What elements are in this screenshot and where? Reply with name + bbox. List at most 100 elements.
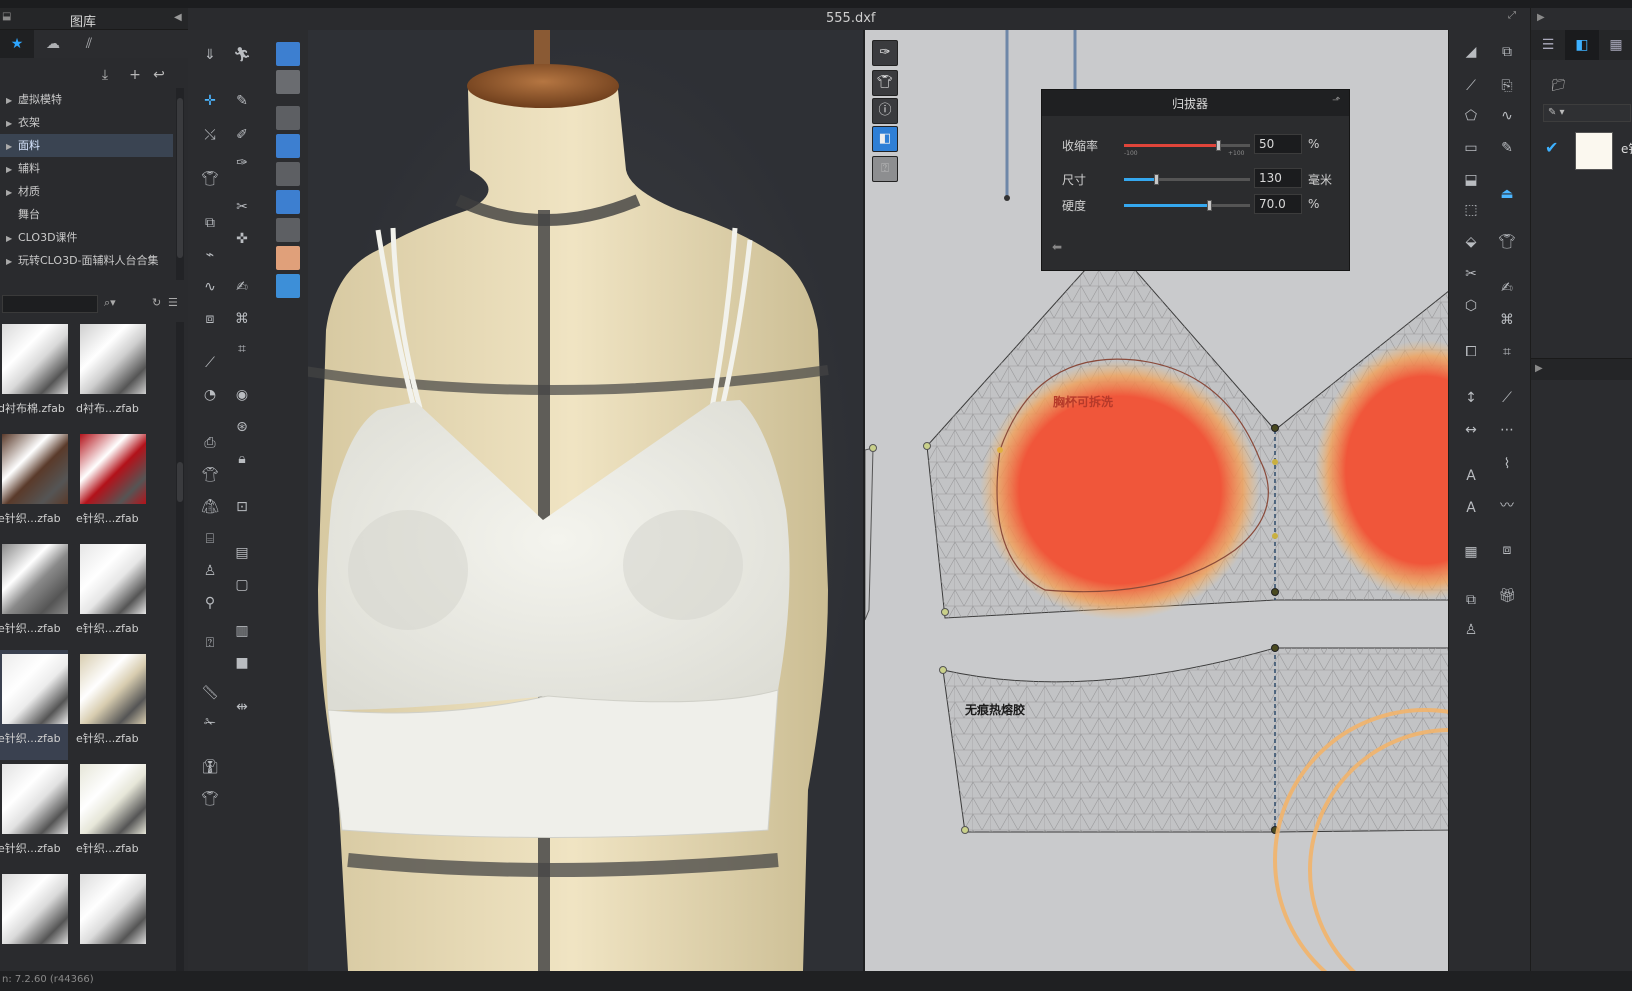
fabric-thumbnail[interactable]: e针织...zfab	[0, 430, 68, 540]
cube-display-icon[interactable]	[276, 42, 300, 66]
expand-arrow-icon[interactable]: ▶	[6, 158, 18, 181]
lock-shirt-icon[interactable]: ⍰	[872, 156, 898, 182]
ruler-icon[interactable]: 📏︎	[196, 680, 224, 706]
tag-icon[interactable]: ⧠	[1457, 338, 1485, 366]
fabric-thumbnail[interactable]: e针织...zfab	[74, 650, 146, 760]
measure-icon[interactable]: ✜	[228, 226, 256, 252]
iron-icon[interactable]: ⏏	[1493, 180, 1521, 208]
library-tree-item[interactable]: 舞台	[0, 203, 173, 226]
fabric-tab-icon[interactable]: ◧	[1565, 30, 1599, 60]
expand-arrow-icon[interactable]: ▶	[6, 89, 18, 112]
slider-handle[interactable]	[1215, 140, 1221, 151]
shrink-param-value-input[interactable]: 50	[1254, 134, 1302, 154]
fabric-thumbnail[interactable]: e针织...zfab	[0, 540, 68, 650]
avatar-display-icon[interactable]	[276, 162, 300, 186]
polygon-icon[interactable]: ⬠	[1457, 102, 1485, 130]
cloud-icon[interactable]: ☁	[36, 30, 70, 58]
align-icon[interactable]: ⇹	[228, 694, 256, 720]
copy-icon[interactable]: ⎘	[1493, 72, 1521, 100]
zigzag-icon[interactable]: ⌇	[1493, 450, 1521, 478]
transform-icon[interactable]: ⧉	[1493, 38, 1521, 66]
fabric-thumbnail[interactable]: e针织...zfab	[74, 540, 146, 650]
notch-icon[interactable]: ⬡	[1457, 292, 1485, 320]
shrink-param-slider[interactable]	[1124, 174, 1250, 185]
grid-icon[interactable]: ▦	[1457, 538, 1485, 566]
pattern-display-icon[interactable]: ◧	[872, 126, 898, 152]
info-shirt-icon[interactable]: ⍰	[196, 630, 224, 656]
library-tree-scrollbar[interactable]	[176, 88, 184, 280]
search-filter-icon[interactable]: ⌕▾	[104, 296, 116, 310]
avatar-pose-icon[interactable]: 🏃︎	[228, 42, 256, 68]
fabric-thumbnail[interactable]: d衬布...zfab	[74, 322, 146, 430]
stripes-icon[interactable]: ⫽	[72, 30, 106, 58]
pocket-icon[interactable]: ⎙	[196, 430, 224, 456]
tape-icon[interactable]: ✂	[228, 194, 256, 220]
library-tree-item[interactable]: ▶ 辅料	[0, 157, 173, 180]
measure-horizontal-icon[interactable]: ↔	[1457, 416, 1485, 444]
collapse-right-icon[interactable]: ▶	[1537, 12, 1545, 23]
measure-display-icon[interactable]	[276, 218, 300, 242]
brush-tool-icon[interactable]: ✍	[1493, 274, 1521, 302]
garment-icon[interactable]: 👕︎	[196, 166, 224, 192]
needle-icon[interactable]: ⟋	[196, 350, 224, 376]
stitch-line-icon[interactable]: ⋯	[1493, 416, 1521, 444]
fold-icon[interactable]: ✑	[228, 150, 256, 176]
rectangle-icon[interactable]: ▭	[1457, 134, 1485, 162]
library-tree-item[interactable]: ▶ 玩转CLO3D-面辅料人台合集	[0, 249, 173, 272]
library-tree-item[interactable]: ▶ 虚拟模特	[0, 88, 173, 111]
expand-arrow-icon[interactable]: ▶	[6, 250, 18, 273]
3d-viewport[interactable]	[308, 30, 863, 971]
curve-icon[interactable]: ∿	[196, 274, 224, 300]
shirt-grid-icon[interactable]: ⌘	[228, 306, 256, 332]
shrink-param-slider[interactable]	[1124, 140, 1250, 151]
fabric-list-item[interactable]: ✔ e针	[1531, 126, 1632, 170]
check-icon[interactable]: ✔	[1545, 138, 1558, 157]
shirt-small-icon[interactable]: 👔︎	[196, 754, 224, 780]
lock-icon[interactable]: 🔒︎	[228, 446, 256, 472]
object-filter-dropdown[interactable]: ✎ ▾	[1543, 104, 1631, 122]
expand-window-icon[interactable]: ⤢	[1508, 10, 1516, 21]
shirt-display-icon[interactable]	[276, 70, 300, 94]
pin-brush-icon[interactable]: ✐	[228, 122, 256, 148]
edit-point-icon[interactable]: ⟋	[1457, 72, 1485, 100]
avatar-tool-icon[interactable]: ♙	[1457, 616, 1485, 644]
figure-icon[interactable]: ⚲	[196, 590, 224, 616]
shrink-param-value-input[interactable]: 70.0	[1254, 194, 1302, 214]
library-search-input[interactable]	[2, 295, 98, 313]
fabric-thumbnail[interactable]: e针织...zfab	[74, 430, 146, 540]
pattern-grid-icon[interactable]: ⌘	[1493, 306, 1521, 334]
brush-icon[interactable]: ✍	[228, 274, 256, 300]
globe-icon[interactable]	[276, 274, 300, 298]
text-large-icon[interactable]: A	[1457, 494, 1485, 522]
measure-vertical-icon[interactable]: ↕	[1457, 384, 1485, 412]
shirt-blue-icon[interactable]	[276, 134, 300, 158]
list-view-icon[interactable]: ☰	[168, 296, 178, 309]
jacket-icon[interactable]: 🧥︎	[196, 494, 224, 520]
button-icon[interactable]: ◉	[228, 382, 256, 408]
dart-icon[interactable]: ⬙	[1457, 228, 1485, 256]
shirt-visibility-icon[interactable]: 👕︎	[872, 70, 898, 96]
cut-icon[interactable]: ✂	[1457, 260, 1485, 288]
texture-icon[interactable]	[276, 190, 300, 214]
buttonhole-icon[interactable]: ⊛	[228, 414, 256, 440]
expand-arrow-icon[interactable]: ▶	[6, 227, 18, 250]
cone-icon[interactable]: ◔	[196, 382, 224, 408]
expand-right-icon[interactable]: ▶	[1535, 363, 1543, 374]
expand-arrow-icon[interactable]: ▶	[6, 112, 18, 135]
library-tree-item[interactable]: ▶ 材质	[0, 180, 173, 203]
shrink-param-value-input[interactable]: 130	[1254, 168, 1302, 188]
folder-icon[interactable]: 📁︎	[1551, 78, 1566, 92]
gift-icon[interactable]: 🎁︎	[1493, 582, 1521, 610]
shrink-panel-titlebar[interactable]: 归拔器 ⬏	[1042, 90, 1349, 116]
arrange-icon[interactable]: ⧉	[196, 210, 224, 236]
fabric-thumbnail[interactable]: e针织...zfab	[0, 650, 68, 760]
topstitch-icon[interactable]: ⟋	[1493, 384, 1521, 412]
panel-float-icon[interactable]: ⬓	[2, 11, 11, 22]
library-tree-item[interactable]: ▶ 面料	[0, 134, 173, 157]
refresh-icon[interactable]: ↻	[152, 296, 161, 309]
list-tab-icon[interactable]: ☰	[1531, 30, 1565, 60]
internal-rect-icon[interactable]: ⬚	[1457, 196, 1485, 224]
reset-arrow-icon[interactable]: ⬅	[1052, 240, 1062, 254]
expand-arrow-icon[interactable]: ▶	[6, 181, 18, 204]
scissors-icon[interactable]: ✁	[196, 710, 224, 736]
